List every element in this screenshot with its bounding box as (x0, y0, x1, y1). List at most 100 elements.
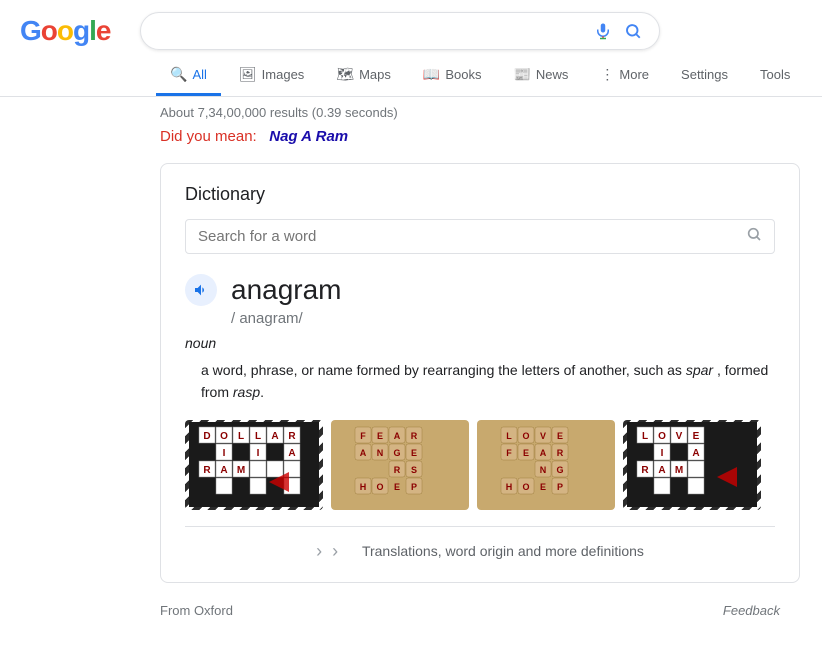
svg-text:O: O (522, 431, 529, 441)
crossword-image-2[interactable]: F E A R A N G E R S H O P E (331, 420, 469, 510)
search-submit-icon[interactable] (623, 21, 643, 41)
svg-text:P: P (411, 482, 417, 492)
source-label: From Oxford (160, 603, 233, 618)
svg-text:F: F (506, 448, 512, 458)
google-logo: G o o g l e (20, 15, 110, 47)
top-bar: G o o g l e Anagram (0, 0, 822, 50)
svg-text:E: E (523, 448, 529, 458)
word-pos: noun (185, 335, 775, 351)
word-search-input[interactable] (198, 228, 746, 245)
svg-text:O: O (658, 431, 666, 442)
crossword-image-1[interactable]: D O L L A R I I A R A M (185, 420, 323, 510)
svg-text:D: D (203, 431, 210, 442)
tab-news[interactable]: 📰 News (499, 56, 582, 96)
word-search-icon[interactable] (746, 226, 762, 247)
svg-text:E: E (540, 482, 546, 492)
tab-all[interactable]: 🔍 All (156, 56, 221, 96)
svg-text:L: L (642, 431, 648, 442)
svg-text:R: R (394, 465, 401, 475)
svg-text:A: A (658, 465, 665, 476)
svg-text:I: I (661, 448, 664, 459)
chevron-icon: › (316, 541, 322, 562)
maps-icon: 🗺 (336, 66, 354, 83)
speaker-button[interactable] (185, 274, 217, 306)
results-info: About 7,34,00,000 results (0.39 seconds) (0, 97, 822, 124)
svg-text:E: E (557, 431, 563, 441)
svg-text:O: O (376, 482, 383, 492)
word-text: anagram (231, 274, 342, 306)
svg-text:O: O (522, 482, 529, 492)
tab-images[interactable]: 🖼 Images (225, 56, 318, 96)
svg-text:N: N (377, 448, 384, 458)
tab-settings[interactable]: Settings (667, 57, 742, 95)
expand-bar[interactable]: › › Translations, word origin and more d… (185, 526, 775, 562)
svg-text:V: V (540, 431, 546, 441)
svg-text:N: N (540, 465, 547, 475)
did-you-mean-label: Did you mean: (160, 128, 257, 145)
tab-more[interactable]: ⋮ More (586, 56, 663, 96)
crossword-image-3[interactable]: L O V E F E A R N G H O P E (477, 420, 615, 510)
svg-text:I: I (257, 448, 260, 459)
expand-label: Translations, word origin and more defin… (362, 543, 644, 559)
svg-text:F: F (360, 431, 366, 441)
svg-text:E: E (394, 482, 400, 492)
chevron-icon-2: › (332, 541, 338, 562)
svg-text:P: P (557, 482, 563, 492)
word-header: anagram (185, 274, 775, 306)
svg-text:R: R (411, 431, 418, 441)
dictionary-title: Dictionary (185, 184, 775, 205)
svg-text:M: M (675, 465, 683, 476)
word-definition: a word, phrase, or name formed by rearra… (201, 359, 775, 404)
svg-text:S: S (411, 465, 417, 475)
crossword-svg-1: D O L L A R I I A R A M (189, 422, 319, 507)
news-icon: 📰 (513, 66, 530, 83)
crossword-image-4[interactable]: L O V E I A R A M (623, 420, 761, 510)
svg-text:I: I (223, 448, 226, 459)
svg-text:G: G (393, 448, 400, 458)
word-phonetic: / anagram/ (231, 310, 775, 327)
main-content: Dictionary anagram / anagram/ noun (0, 153, 822, 593)
tab-books[interactable]: 📖 Books (409, 56, 496, 96)
svg-text:R: R (288, 431, 296, 442)
books-icon: 📖 (423, 66, 440, 83)
footer-bar: From Oxford Feedback (0, 593, 800, 628)
svg-text:E: E (411, 448, 417, 458)
svg-text:L: L (506, 431, 512, 441)
svg-text:A: A (271, 431, 278, 442)
search-input[interactable]: Anagram (157, 22, 583, 40)
svg-text:A: A (220, 465, 227, 476)
svg-text:H: H (360, 482, 367, 492)
svg-text:H: H (506, 482, 513, 492)
microphone-icon[interactable] (593, 21, 613, 41)
crossword-svg-2: F E A R A N G E R S H O P E (335, 422, 465, 507)
search-icons (593, 21, 643, 41)
images-icon: 🖼 (239, 66, 257, 83)
crossword-svg-3: L O V E F E A R N G H O P E (481, 422, 611, 507)
search-bar: Anagram (140, 12, 660, 50)
did-you-mean: Did you mean: Nag A Ram (0, 124, 822, 153)
all-icon: 🔍 (170, 66, 187, 83)
word-search-bar (185, 219, 775, 254)
crossword-svg-4: L O V E I A R A M (627, 422, 757, 507)
svg-text:V: V (676, 431, 683, 442)
svg-text:M: M (237, 465, 245, 476)
svg-text:A: A (540, 448, 547, 458)
svg-text:E: E (693, 431, 700, 442)
svg-text:E: E (377, 431, 383, 441)
svg-text:O: O (220, 431, 228, 442)
did-you-mean-correction[interactable]: Nag A Ram (269, 128, 348, 145)
svg-text:L: L (238, 431, 244, 442)
svg-text:R: R (557, 448, 564, 458)
tab-tools[interactable]: Tools (746, 57, 804, 95)
dictionary-card: Dictionary anagram / anagram/ noun (160, 163, 800, 583)
nav-tabs: 🔍 All 🖼 Images 🗺 Maps 📖 Books 📰 News ⋮ M… (0, 50, 822, 97)
tab-maps[interactable]: 🗺 Maps (322, 56, 405, 96)
svg-text:L: L (255, 431, 261, 442)
svg-text:A: A (692, 448, 699, 459)
svg-text:R: R (641, 465, 649, 476)
svg-text:R: R (203, 465, 211, 476)
feedback-link[interactable]: Feedback (723, 603, 780, 618)
svg-text:G: G (556, 465, 563, 475)
images-row: D O L L A R I I A R A M (185, 420, 775, 510)
svg-text:A: A (360, 448, 367, 458)
